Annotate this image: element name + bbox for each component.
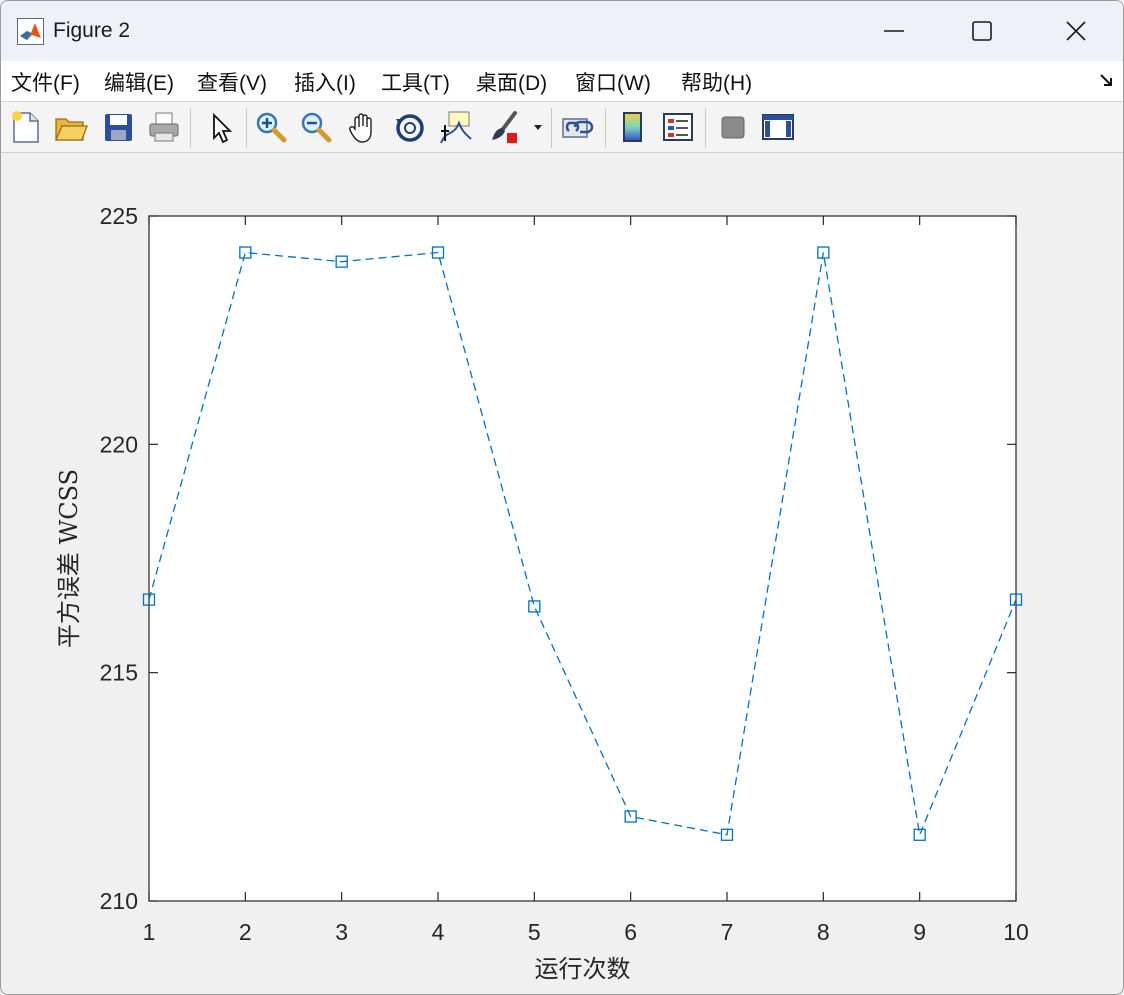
x-tick-label: 1	[143, 919, 156, 945]
y-axis-label: 平方误差 WCSS	[55, 469, 83, 648]
x-tick-label: 8	[817, 919, 830, 945]
y-tick-label: 225	[100, 203, 138, 229]
x-tick-label: 7	[721, 919, 734, 945]
y-tick-label: 210	[100, 888, 138, 914]
x-tick-label: 5	[528, 919, 541, 945]
x-tick-label: 3	[335, 919, 348, 945]
x-tick-label: 2	[239, 919, 252, 945]
y-tick-label: 220	[100, 431, 138, 457]
x-tick-label: 4	[432, 919, 445, 945]
x-tick-label: 6	[624, 919, 637, 945]
figure-window: Figure 2 文件(F) 编辑(E) 查看(V) 插入(I) 工具(T) 桌…	[0, 0, 1124, 995]
x-tick-label: 10	[1003, 919, 1029, 945]
x-axis-label: 运行次数	[535, 955, 631, 983]
y-tick-label: 215	[100, 660, 138, 686]
x-tick-label: 9	[913, 919, 926, 945]
plot-axes-box[interactable]	[148, 215, 1017, 902]
chart-area: 1 2 3 4 5 6 7 8 9 10 210 215 220 225 运行次数 平方误差 WCSS	[55, 203, 1029, 983]
